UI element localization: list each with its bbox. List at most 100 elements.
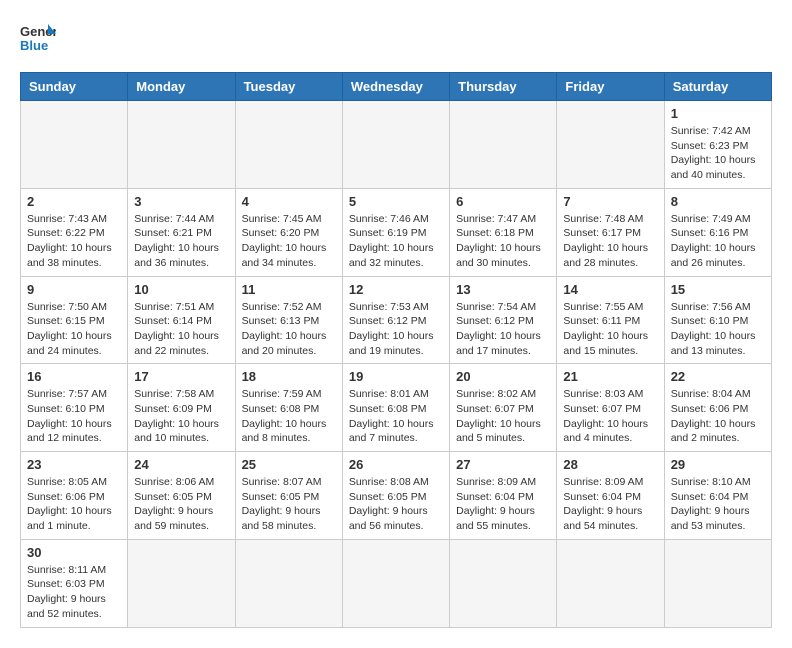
day-info: Sunrise: 7:48 AM Sunset: 6:17 PM Dayligh… [563,212,657,271]
day-info: Sunrise: 8:10 AM Sunset: 6:04 PM Dayligh… [671,475,765,534]
calendar-cell: 10 Sunrise: 7:51 AM Sunset: 6:14 PM Dayli… [128,276,235,364]
day-number: 26 [349,457,443,472]
day-info: Sunrise: 8:04 AM Sunset: 6:06 PM Dayligh… [671,387,765,446]
calendar-cell: 29Sunrise: 8:10 AM Sunset: 6:04 PM Dayli… [664,452,771,540]
day-info: Sunrise: 7:59 AM Sunset: 6:08 PM Dayligh… [242,387,336,446]
day-info: Sunrise: 7:44 AM Sunset: 6:21 PM Dayligh… [134,212,228,271]
calendar-cell: 1Sunrise: 7:42 AM Sunset: 6:23 PM Daylig… [664,101,771,189]
day-number: 4 [242,194,336,209]
day-info: Sunrise: 7:49 AM Sunset: 6:16 PM Dayligh… [671,212,765,271]
weekday-header-sunday: Sunday [21,73,128,101]
day-number: 24 [134,457,228,472]
calendar-cell: 19 Sunrise: 8:01 AM Sunset: 6:08 PM Dayli… [342,364,449,452]
day-number: 10 [134,282,228,297]
day-info: Sunrise: 7:57 AM Sunset: 6:10 PM Dayligh… [27,387,121,446]
calendar-cell: 2Sunrise: 7:43 AM Sunset: 6:22 PM Daylig… [21,188,128,276]
day-number: 20 [456,369,550,384]
day-info: Sunrise: 8:02 AM Sunset: 6:07 PM Dayligh… [456,387,550,446]
calendar-cell [450,101,557,189]
weekday-header-thursday: Thursday [450,73,557,101]
day-info: Sunrise: 7:50 AM Sunset: 6:15 PM Dayligh… [27,300,121,359]
day-number: 30 [27,545,121,560]
calendar-cell: 26Sunrise: 8:08 AM Sunset: 6:05 PM Dayli… [342,452,449,540]
calendar-cell: 23Sunrise: 8:05 AM Sunset: 6:06 PM Dayli… [21,452,128,540]
calendar-cell [557,539,664,627]
calendar-cell: 9 Sunrise: 7:50 AM Sunset: 6:15 PM Daylig… [21,276,128,364]
weekday-header-friday: Friday [557,73,664,101]
day-number: 21 [563,369,657,384]
day-info: Sunrise: 7:52 AM Sunset: 6:13 PM Dayligh… [242,300,336,359]
calendar-cell: 14Sunrise: 7:55 AM Sunset: 6:11 PM Dayli… [557,276,664,364]
calendar-week-row: 1Sunrise: 7:42 AM Sunset: 6:23 PM Daylig… [21,101,772,189]
weekday-header-row: SundayMondayTuesdayWednesdayThursdayFrid… [21,73,772,101]
calendar-cell: 3 Sunrise: 7:44 AM Sunset: 6:21 PM Daylig… [128,188,235,276]
calendar-cell: 12Sunrise: 7:53 AM Sunset: 6:12 PM Dayli… [342,276,449,364]
day-number: 9 [27,282,121,297]
calendar-cell: 20 Sunrise: 8:02 AM Sunset: 6:07 PM Dayli… [450,364,557,452]
calendar-cell: 6 Sunrise: 7:47 AM Sunset: 6:18 PM Daylig… [450,188,557,276]
calendar-cell [128,101,235,189]
calendar-cell: 30 Sunrise: 8:11 AM Sunset: 6:03 PM Dayli… [21,539,128,627]
weekday-header-monday: Monday [128,73,235,101]
day-number: 7 [563,194,657,209]
day-info: Sunrise: 7:56 AM Sunset: 6:10 PM Dayligh… [671,300,765,359]
day-number: 27 [456,457,550,472]
day-info: Sunrise: 7:46 AM Sunset: 6:19 PM Dayligh… [349,212,443,271]
calendar-week-row: 9 Sunrise: 7:50 AM Sunset: 6:15 PM Daylig… [21,276,772,364]
calendar-cell: 27 Sunrise: 8:09 AM Sunset: 6:04 PM Dayli… [450,452,557,540]
day-info: Sunrise: 7:45 AM Sunset: 6:20 PM Dayligh… [242,212,336,271]
calendar-week-row: 16 Sunrise: 7:57 AM Sunset: 6:10 PM Dayli… [21,364,772,452]
logo: General Blue [20,20,56,56]
logo-icon: General Blue [20,20,56,56]
calendar-cell [450,539,557,627]
calendar-week-row: 2Sunrise: 7:43 AM Sunset: 6:22 PM Daylig… [21,188,772,276]
calendar-week-row: 23Sunrise: 8:05 AM Sunset: 6:06 PM Dayli… [21,452,772,540]
day-number: 19 [349,369,443,384]
calendar-cell: 7 Sunrise: 7:48 AM Sunset: 6:17 PM Daylig… [557,188,664,276]
day-info: Sunrise: 8:11 AM Sunset: 6:03 PM Dayligh… [27,563,121,622]
day-number: 11 [242,282,336,297]
day-info: Sunrise: 8:01 AM Sunset: 6:08 PM Dayligh… [349,387,443,446]
calendar-cell: 4 Sunrise: 7:45 AM Sunset: 6:20 PM Daylig… [235,188,342,276]
calendar-cell: 22 Sunrise: 8:04 AM Sunset: 6:06 PM Dayli… [664,364,771,452]
calendar-table: SundayMondayTuesdayWednesdayThursdayFrid… [20,72,772,628]
day-info: Sunrise: 7:58 AM Sunset: 6:09 PM Dayligh… [134,387,228,446]
calendar-cell: 8 Sunrise: 7:49 AM Sunset: 6:16 PM Daylig… [664,188,771,276]
day-info: Sunrise: 8:07 AM Sunset: 6:05 PM Dayligh… [242,475,336,534]
calendar-cell: 5 Sunrise: 7:46 AM Sunset: 6:19 PM Daylig… [342,188,449,276]
calendar-cell [342,101,449,189]
day-number: 16 [27,369,121,384]
calendar-cell: 17 Sunrise: 7:58 AM Sunset: 6:09 PM Dayli… [128,364,235,452]
day-info: Sunrise: 8:09 AM Sunset: 6:04 PM Dayligh… [563,475,657,534]
day-info: Sunrise: 8:06 AM Sunset: 6:05 PM Dayligh… [134,475,228,534]
calendar-cell [21,101,128,189]
calendar-cell: 24 Sunrise: 8:06 AM Sunset: 6:05 PM Dayli… [128,452,235,540]
day-number: 8 [671,194,765,209]
calendar-cell [235,539,342,627]
calendar-cell [664,539,771,627]
calendar-cell: 13Sunrise: 7:54 AM Sunset: 6:12 PM Dayli… [450,276,557,364]
calendar-cell: 11 Sunrise: 7:52 AM Sunset: 6:13 PM Dayli… [235,276,342,364]
page-header: General Blue [20,20,772,56]
day-info: Sunrise: 8:09 AM Sunset: 6:04 PM Dayligh… [456,475,550,534]
day-number: 6 [456,194,550,209]
day-number: 3 [134,194,228,209]
weekday-header-wednesday: Wednesday [342,73,449,101]
day-info: Sunrise: 7:54 AM Sunset: 6:12 PM Dayligh… [456,300,550,359]
calendar-cell [128,539,235,627]
day-number: 22 [671,369,765,384]
weekday-header-tuesday: Tuesday [235,73,342,101]
day-info: Sunrise: 7:47 AM Sunset: 6:18 PM Dayligh… [456,212,550,271]
day-number: 25 [242,457,336,472]
day-number: 1 [671,106,765,121]
calendar-cell: 16 Sunrise: 7:57 AM Sunset: 6:10 PM Dayli… [21,364,128,452]
day-info: Sunrise: 7:51 AM Sunset: 6:14 PM Dayligh… [134,300,228,359]
day-number: 2 [27,194,121,209]
day-number: 5 [349,194,443,209]
calendar-cell [235,101,342,189]
calendar-cell [342,539,449,627]
day-number: 28 [563,457,657,472]
calendar-cell: 18Sunrise: 7:59 AM Sunset: 6:08 PM Dayli… [235,364,342,452]
day-info: Sunrise: 7:55 AM Sunset: 6:11 PM Dayligh… [563,300,657,359]
day-number: 17 [134,369,228,384]
